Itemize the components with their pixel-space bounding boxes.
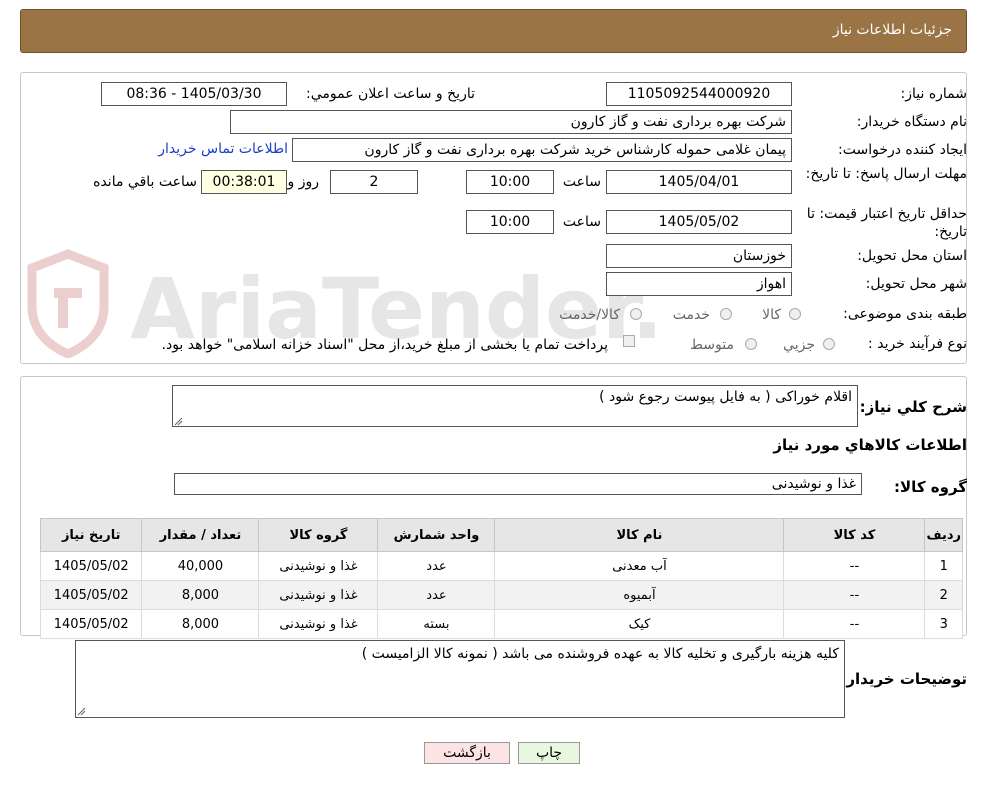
category-radio-goods[interactable] xyxy=(789,308,801,320)
validity-time-field[interactable]: 10:00 xyxy=(466,210,554,234)
payment-note: پرداخت تمام يا بخشی از مبلغ خريد،از محل … xyxy=(161,337,608,353)
cell: -- xyxy=(783,609,926,639)
category-label: طبقه بندی موضوعی: xyxy=(843,306,967,322)
cell: 1405/05/02 xyxy=(39,609,143,639)
description-label: شرح كلي نياز: xyxy=(859,398,967,416)
validity-time-label: ساعت xyxy=(562,214,601,230)
cell: غذا و نوشیدنی xyxy=(258,609,379,639)
table-header-row: رديف كد كالا نام كالا واحد شمارش گروه كا… xyxy=(39,518,963,552)
validity-label: حداقل تاريخ اعتبار قيمت: تا تاريخ: xyxy=(806,206,967,240)
col-date: تاريخ نياز xyxy=(39,518,143,552)
requester-label: ايجاد کننده درخواست: xyxy=(838,142,967,158)
resize-handle-icon[interactable] xyxy=(174,417,183,426)
remaining-label: ساعت باقي مانده xyxy=(93,174,197,190)
city-label: شهر محل تحويل: xyxy=(865,276,967,292)
buyer-org-field[interactable]: شرکت بهره برداری نفت و گاز کارون xyxy=(230,110,792,134)
province-field[interactable]: خوزستان xyxy=(606,244,792,268)
col-quantity: تعداد / مقدار xyxy=(141,518,260,552)
cell: 3 xyxy=(924,609,963,639)
category-option-service: خدمت xyxy=(672,307,710,323)
table-row[interactable]: 2 -- آبمیوه عدد غذا و نوشیدنی 8,000 1405… xyxy=(39,580,963,610)
cell: 8,000 xyxy=(141,609,260,639)
need-number-label: شماره نیاز: xyxy=(900,86,968,102)
items-table: رديف كد كالا نام كالا واحد شمارش گروه كا… xyxy=(39,518,963,639)
cell: عدد xyxy=(377,551,496,581)
category-radio-service[interactable] xyxy=(720,308,732,320)
page-title: جزئیات اطلاعات نیاز xyxy=(832,22,952,38)
description-field[interactable]: اقلام خوراکی ( به فایل پیوست رجوع شود ) xyxy=(172,385,858,427)
process-option-minor: جزيي xyxy=(783,337,815,353)
cell: عدد xyxy=(377,580,496,610)
deadline-time-field[interactable]: 10:00 xyxy=(466,170,554,194)
cell: 2 xyxy=(924,580,963,610)
goods-group-field[interactable]: غذا و نوشیدنی xyxy=(174,473,862,495)
cell: غذا و نوشیدنی xyxy=(258,580,379,610)
days-field[interactable]: 2 xyxy=(330,170,418,194)
process-option-medium: متوسط xyxy=(690,337,734,353)
deadline-time-label: ساعت xyxy=(562,174,601,190)
category-option-goods-service: کالا/خدمت xyxy=(559,307,620,323)
cell: 1405/05/02 xyxy=(39,551,143,581)
col-code: كد كالا xyxy=(783,518,926,552)
col-group: گروه كالا xyxy=(258,518,379,552)
buyer-notes-label: توضيحات خريدار: xyxy=(840,670,967,688)
resize-handle-icon[interactable] xyxy=(77,707,86,716)
table-row[interactable]: 3 -- کیک بسته غذا و نوشیدنی 8,000 1405/0… xyxy=(39,609,963,639)
process-radio-medium[interactable] xyxy=(745,338,757,350)
buyer-contact-link[interactable]: اطلاعات تماس خريدار xyxy=(158,141,288,157)
goods-group-label: گروه كالا: xyxy=(894,478,967,496)
cell: غذا و نوشیدنی xyxy=(258,551,379,581)
col-row: رديف xyxy=(924,518,963,552)
items-section-title: اطلاعات كالاهاي مورد نياز xyxy=(773,436,967,454)
cell: آبمیوه xyxy=(494,580,785,610)
cell: 1405/05/02 xyxy=(39,580,143,610)
process-label: نوع فرآيند خريد : xyxy=(868,336,967,352)
back-button[interactable]: بازگشت xyxy=(424,742,510,764)
cell: کیک xyxy=(494,609,785,639)
treasury-checkbox[interactable] xyxy=(623,335,635,347)
province-label: استان محل تحويل: xyxy=(857,248,967,264)
cell: بسته xyxy=(377,609,496,639)
announce-label: تاریخ و ساعت اعلان عمومي: xyxy=(306,86,475,102)
cell: 40,000 xyxy=(141,551,260,581)
page-header: جزئیات اطلاعات نیاز xyxy=(20,9,967,53)
col-unit: واحد شمارش xyxy=(377,518,496,552)
buyer-org-label: نام دستگاه خريدار: xyxy=(856,114,967,130)
remaining-time-field: 00:38:01 xyxy=(201,170,287,194)
need-number-field[interactable]: 1105092544000920 xyxy=(606,82,792,106)
cell: -- xyxy=(783,580,926,610)
requester-field[interactable]: پیمان غلامی حموله کارشناس خرید شرکت بهره… xyxy=(292,138,792,162)
process-radio-minor[interactable] xyxy=(823,338,835,350)
cell: 1 xyxy=(924,551,963,581)
validity-date-field[interactable]: 1405/05/02 xyxy=(606,210,792,234)
deadline-date-field[interactable]: 1405/04/01 xyxy=(606,170,792,194)
cell: -- xyxy=(783,551,926,581)
city-field[interactable]: اهواز xyxy=(606,272,792,296)
category-radio-goods-service[interactable] xyxy=(630,308,642,320)
days-label: روز و xyxy=(287,174,320,190)
buyer-notes-field[interactable]: کلیه هزینه بارگیری و تخلیه کالا به عهده … xyxy=(75,640,845,718)
deadline-label: مهلت ارسال پاسخ: تا تاريخ: xyxy=(805,166,967,182)
cell: 8,000 xyxy=(141,580,260,610)
cell: آب معدنی xyxy=(494,551,785,581)
print-button[interactable]: چاپ xyxy=(518,742,580,764)
table-row[interactable]: 1 -- آب معدنی عدد غذا و نوشیدنی 40,000 1… xyxy=(39,551,963,581)
col-name: نام كالا xyxy=(494,518,785,552)
category-option-goods: کالا xyxy=(762,307,781,323)
announce-field[interactable]: 1405/03/30 - 08:36 xyxy=(101,82,287,106)
